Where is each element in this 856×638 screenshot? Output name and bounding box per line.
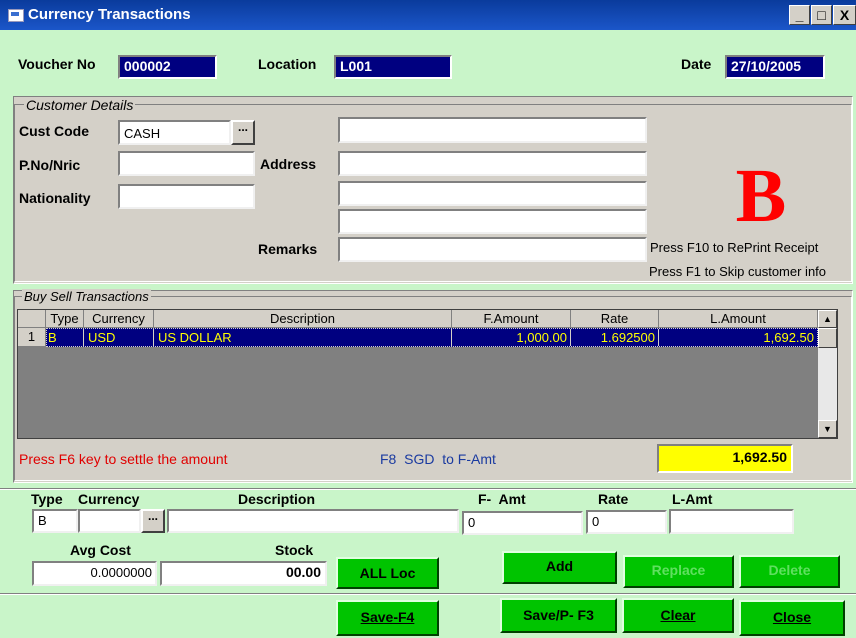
scroll-up-arrow-icon[interactable]: ▲ xyxy=(818,310,837,328)
entry-currency-lookup-button[interactable]: ... xyxy=(141,509,165,533)
column-header-famount[interactable]: F.Amount xyxy=(452,310,571,328)
close-window-button[interactable]: X xyxy=(833,5,856,25)
row-number[interactable]: 1 xyxy=(18,328,46,347)
delete-button[interactable]: Delete xyxy=(739,555,840,588)
maximize-button[interactable]: □ xyxy=(811,5,832,25)
nationality-field[interactable] xyxy=(118,184,255,209)
avg-cost-label: Avg Cost xyxy=(70,542,131,558)
column-header-currency[interactable]: Currency xyxy=(84,310,154,328)
remarks-label: Remarks xyxy=(258,241,318,257)
stock-field[interactable]: 00.00 xyxy=(160,561,327,586)
replace-button[interactable]: Replace xyxy=(623,555,734,588)
voucher-field[interactable]: 000002 xyxy=(118,55,217,79)
entry-famt-field[interactable]: 0 xyxy=(462,511,583,535)
location-label: Location xyxy=(258,56,317,72)
app-icon xyxy=(8,9,24,22)
divider xyxy=(0,488,856,490)
transaction-type-letter: B xyxy=(735,154,787,238)
address-line1-field[interactable] xyxy=(338,151,647,176)
add-button[interactable]: Add xyxy=(502,551,617,584)
entry-type-label: Type xyxy=(31,491,63,507)
address-label: Address xyxy=(260,156,317,172)
entry-lamt-label: L-Amt xyxy=(672,491,713,507)
location-field[interactable]: L001 xyxy=(334,55,452,79)
stock-label: Stock xyxy=(275,542,314,558)
window-title: Currency Transactions xyxy=(28,6,191,23)
title-bar: Currency Transactions xyxy=(0,0,856,30)
date-label: Date xyxy=(681,56,712,72)
skip-customer-hint: Press F1 to Skip customer info xyxy=(649,264,827,279)
column-header-rate[interactable]: Rate xyxy=(571,310,659,328)
entry-type-field[interactable]: B xyxy=(32,509,78,533)
customer-name-field[interactable] xyxy=(338,117,647,143)
avg-cost-field[interactable]: 0.0000000 xyxy=(32,561,157,586)
entry-description-field[interactable] xyxy=(167,509,459,533)
entry-rate-label: Rate xyxy=(598,491,629,507)
transactions-grid[interactable]: Type Currency Description F.Amount Rate … xyxy=(17,309,838,439)
row-famount-cell: 1,000.00 xyxy=(452,329,571,346)
minimize-button[interactable]: _ xyxy=(789,5,810,25)
remarks-field[interactable] xyxy=(338,237,647,262)
cust-code-field[interactable]: CASH xyxy=(118,120,231,145)
reprint-hint: Press F10 to RePrint Receipt xyxy=(650,240,819,255)
nationality-label: Nationality xyxy=(19,190,91,206)
column-header-description[interactable]: Description xyxy=(154,310,452,328)
entry-currency-label: Currency xyxy=(78,491,140,507)
divider xyxy=(0,593,856,595)
row-lamount-cell: 1,692.50 xyxy=(763,330,814,345)
scroll-down-arrow-icon[interactable]: ▼ xyxy=(818,420,837,438)
pno-field[interactable] xyxy=(118,151,255,176)
clear-button[interactable]: Clear xyxy=(622,598,734,633)
row-currency-cell: USD xyxy=(88,329,154,346)
close-button[interactable]: Close xyxy=(739,600,845,636)
row-description-cell: US DOLLAR xyxy=(158,329,452,346)
row-type-cell: B xyxy=(48,329,84,346)
all-loc-button[interactable]: ALL Loc xyxy=(336,557,439,589)
date-field[interactable]: 27/10/2005 xyxy=(725,55,825,79)
total-amount-field: 1,692.50 xyxy=(657,444,793,473)
save-f4-label: Save-F4 xyxy=(360,609,415,625)
f8-hint: F8 SGD to F-Amt xyxy=(380,451,496,467)
address-line3-field[interactable] xyxy=(338,209,647,234)
voucher-label: Voucher No xyxy=(18,56,96,72)
pno-label: P.No/Nric xyxy=(19,157,81,173)
close-label: Close xyxy=(772,609,812,625)
row-rate-cell: 1.692500 xyxy=(571,329,659,346)
entry-lamt-field[interactable] xyxy=(669,509,794,534)
column-header-type[interactable]: Type xyxy=(46,310,84,328)
table-row[interactable]: 1 B USD US DOLLAR 1,000.00 1.692500 1,69… xyxy=(18,328,818,347)
cust-code-lookup-button[interactable]: ... xyxy=(231,120,255,145)
scroll-thumb[interactable] xyxy=(818,328,837,348)
clear-label: Clear xyxy=(660,607,696,623)
save-f4-button[interactable]: Save-F4 xyxy=(336,600,439,636)
entry-description-label: Description xyxy=(238,491,316,507)
customer-details-legend: Customer Details xyxy=(24,97,136,113)
save-print-f3-button[interactable]: Save/P- F3 xyxy=(500,598,617,633)
entry-rate-field[interactable]: 0 xyxy=(586,510,667,534)
entry-famt-label: F- Amt xyxy=(478,491,526,507)
cust-code-label: Cust Code xyxy=(19,123,89,139)
transactions-legend: Buy Sell Transactions xyxy=(22,289,151,304)
grid-scrollbar[interactable]: ▲ ▼ xyxy=(818,310,837,438)
entry-currency-field[interactable] xyxy=(78,509,141,533)
settle-hint: Press F6 key to settle the amount xyxy=(19,451,228,467)
column-header-lamount[interactable]: L.Amount xyxy=(659,310,818,328)
address-line2-field[interactable] xyxy=(338,181,647,206)
grid-corner xyxy=(18,310,46,328)
